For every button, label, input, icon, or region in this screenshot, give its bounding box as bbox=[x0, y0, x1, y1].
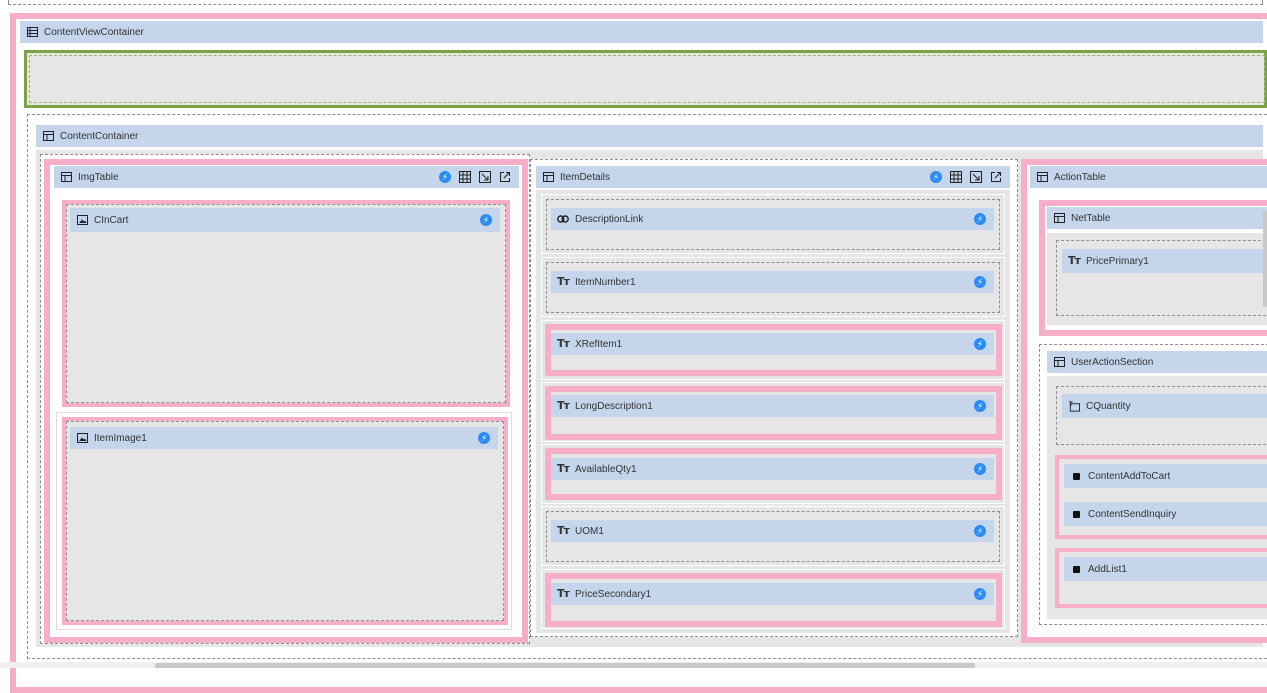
item-number-label: ItemNumber1 bbox=[575, 276, 636, 288]
price-primary-label: PricePrimary1 bbox=[1086, 255, 1149, 267]
content-container-label: ContentContainer bbox=[60, 130, 139, 142]
description-link-header[interactable]: DescriptionLink ⚡ bbox=[551, 208, 994, 230]
lightning-icon[interactable]: ⚡ bbox=[930, 171, 942, 183]
net-table-header[interactable]: NetTable bbox=[1047, 207, 1267, 229]
content-send-inquiry-label: ContentSendInquiry bbox=[1088, 508, 1177, 520]
grid-icon[interactable] bbox=[459, 171, 471, 183]
add-list-label: AddList1 bbox=[1088, 563, 1127, 575]
horizontal-scrollbar-thumb[interactable] bbox=[155, 663, 975, 668]
lightning-icon[interactable]: ⚡ bbox=[480, 214, 492, 226]
item-number-header[interactable]: Tт ItemNumber1 ⚡ bbox=[551, 271, 994, 293]
content-send-inquiry[interactable]: ContentSendInquiry bbox=[1064, 502, 1267, 526]
c-quantity-header[interactable]: CQuantity bbox=[1062, 394, 1267, 418]
resize-icon[interactable] bbox=[970, 171, 982, 183]
cin-cart-label: CInCart bbox=[94, 214, 129, 226]
text-icon: Tт bbox=[557, 337, 570, 350]
uom-label: UOM1 bbox=[575, 525, 604, 537]
text-icon: Tт bbox=[557, 399, 570, 412]
item-image-body bbox=[66, 421, 504, 621]
table-icon bbox=[542, 171, 554, 183]
description-link-label: DescriptionLink bbox=[575, 213, 644, 225]
action-table-label: ActionTable bbox=[1054, 171, 1106, 183]
content-view-container-label: ContentViewContainer bbox=[44, 26, 144, 38]
lightning-icon[interactable]: ⚡ bbox=[974, 525, 986, 537]
available-qty-label: AvailableQty1 bbox=[575, 463, 637, 475]
grid-icon[interactable] bbox=[950, 171, 962, 183]
input-icon bbox=[1068, 400, 1080, 412]
price-secondary-header[interactable]: Tт PriceSecondary1 ⚡ bbox=[551, 583, 994, 605]
lightning-icon[interactable]: ⚡ bbox=[439, 171, 451, 183]
open-external-icon[interactable] bbox=[499, 171, 511, 183]
vertical-scrollbar-thumb[interactable] bbox=[1263, 211, 1267, 307]
add-list[interactable]: AddList1 bbox=[1064, 557, 1267, 581]
net-table-label: NetTable bbox=[1071, 212, 1111, 224]
table-icon bbox=[1036, 171, 1048, 183]
item-image-header[interactable]: ItemImage1 ⚡ bbox=[70, 427, 498, 449]
price-primary-header[interactable]: Tт PricePrimary1 bbox=[1062, 249, 1267, 273]
lightning-icon[interactable]: ⚡ bbox=[974, 588, 986, 600]
table-icon bbox=[60, 171, 72, 183]
table-icon bbox=[42, 130, 54, 142]
item-image-label: ItemImage1 bbox=[94, 432, 147, 444]
link-icon bbox=[557, 213, 569, 225]
long-description-header[interactable]: Tт LongDescription1 ⚡ bbox=[551, 395, 994, 417]
drop-zone-inner bbox=[29, 55, 1265, 103]
available-qty-header[interactable]: Tт AvailableQty1 ⚡ bbox=[551, 458, 994, 480]
open-external-icon[interactable] bbox=[990, 171, 1002, 183]
action-table-header[interactable]: ActionTable bbox=[1030, 166, 1267, 188]
top-strip bbox=[8, 0, 1263, 5]
user-action-section-header[interactable]: UserActionSection bbox=[1047, 351, 1267, 373]
resize-icon[interactable] bbox=[479, 171, 491, 183]
c-quantity-label: CQuantity bbox=[1086, 400, 1131, 412]
xref-item-header[interactable]: Tт XRefItem1 ⚡ bbox=[551, 333, 994, 355]
image-icon bbox=[76, 432, 88, 444]
item-details-header[interactable]: ItemDetails ⚡ bbox=[536, 166, 1010, 188]
lightning-icon[interactable]: ⚡ bbox=[974, 276, 986, 288]
long-description-label: LongDescription1 bbox=[575, 400, 653, 412]
price-secondary-label: PriceSecondary1 bbox=[575, 588, 652, 600]
content-add-to-cart-label: ContentAddToCart bbox=[1088, 470, 1171, 482]
item-details-label: ItemDetails bbox=[560, 171, 611, 183]
lightning-icon[interactable]: ⚡ bbox=[974, 400, 986, 412]
text-icon: Tт bbox=[557, 524, 570, 537]
button-icon bbox=[1070, 563, 1082, 575]
content-add-to-cart[interactable]: ContentAddToCart bbox=[1064, 464, 1267, 488]
content-container-header[interactable]: ContentContainer bbox=[36, 125, 1263, 147]
button-icon bbox=[1070, 508, 1082, 520]
list-icon bbox=[26, 26, 38, 38]
table-icon bbox=[1053, 356, 1065, 368]
user-action-section-label: UserActionSection bbox=[1071, 356, 1154, 368]
text-icon: Tт bbox=[557, 462, 570, 475]
lightning-icon[interactable]: ⚡ bbox=[478, 432, 490, 444]
img-table-header[interactable]: ImgTable ⚡ bbox=[54, 166, 519, 188]
table-icon bbox=[1053, 212, 1065, 224]
text-icon: Tт bbox=[557, 587, 570, 600]
cin-cart-header[interactable]: CInCart ⚡ bbox=[70, 208, 500, 232]
text-icon: Tт bbox=[557, 275, 570, 288]
image-icon bbox=[76, 214, 88, 226]
text-icon: Tт bbox=[1068, 254, 1081, 267]
img-table-label: ImgTable bbox=[78, 171, 119, 183]
lightning-icon[interactable]: ⚡ bbox=[974, 463, 986, 475]
cin-cart-body bbox=[66, 204, 506, 403]
button-icon bbox=[1070, 470, 1082, 482]
xref-item-label: XRefItem1 bbox=[575, 338, 623, 350]
uom-header[interactable]: Tт UOM1 ⚡ bbox=[551, 520, 994, 542]
lightning-icon[interactable]: ⚡ bbox=[974, 213, 986, 225]
lightning-icon[interactable]: ⚡ bbox=[974, 338, 986, 350]
content-view-container-header[interactable]: ContentViewContainer bbox=[20, 21, 1263, 43]
